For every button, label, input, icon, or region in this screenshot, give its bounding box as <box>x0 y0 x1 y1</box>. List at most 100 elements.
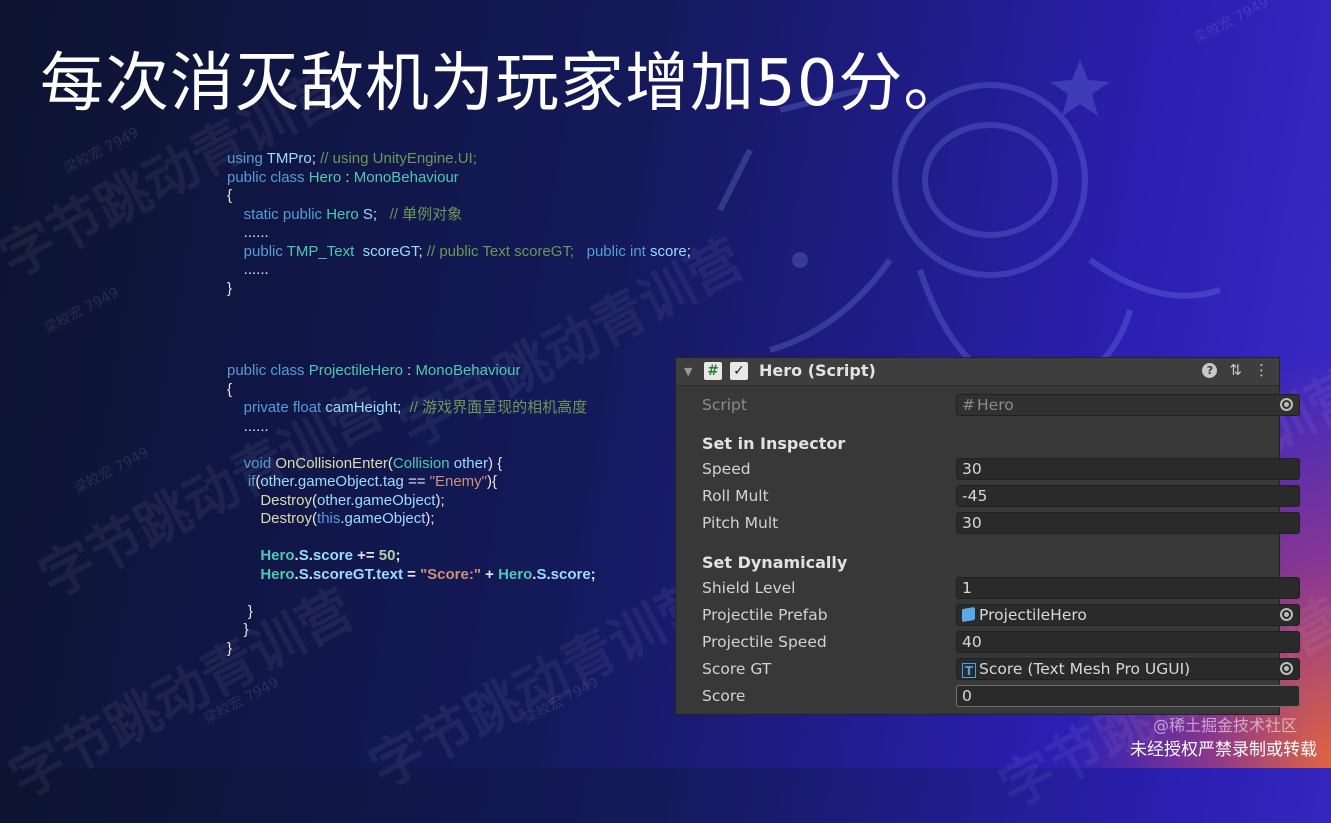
code-token: ...... <box>227 224 269 241</box>
code-line: } <box>227 603 596 622</box>
code-token: == <box>403 473 430 490</box>
score-field[interactable]: 0 <box>956 685 1300 707</box>
score-row: Score 0 <box>702 685 1300 709</box>
code-line: if(other.gameObject.tag == "Enemy"){ <box>227 473 596 492</box>
code-line: static public Hero S; // 单例对象 <box>227 206 691 225</box>
code-line: private float camHeight; // 游戏界面呈现的相机高度 <box>227 399 596 418</box>
code-line: Hero.S.score += 50; <box>227 547 596 566</box>
code-token: public class <box>227 362 309 379</box>
projectile-prefab-field[interactable]: ProjectileHero <box>956 604 1300 626</box>
speed-label[interactable]: Speed <box>702 460 751 478</box>
preset-sliders-icon[interactable]: ⇅ <box>1229 361 1242 379</box>
footer: @稀土掘金技术社区 未经授权严禁录制或转载 <box>1130 716 1317 760</box>
code-line: ...... <box>227 418 596 437</box>
roll-mult-field[interactable]: -45 <box>956 485 1300 507</box>
code-line: } <box>227 621 596 640</box>
code-token: score <box>312 547 353 564</box>
shield-level-label[interactable]: Shield Level <box>702 579 796 597</box>
code-token: MonoBehaviour <box>353 168 459 186</box>
object-picker-icon[interactable] <box>1280 398 1293 411</box>
code-token: // 单例对象 <box>389 205 463 223</box>
projectile-speed-label[interactable]: Projectile Speed <box>702 633 827 651</box>
speed-field[interactable]: 30 <box>956 458 1300 480</box>
code-token: gameObject <box>354 491 436 509</box>
watermark-small: 梁皎宏 7949 <box>201 674 282 728</box>
enabled-checkbox[interactable]: ✓ <box>730 362 748 380</box>
foldout-arrow-icon[interactable]: ▼ <box>684 365 692 378</box>
code-token: Destroy <box>260 510 313 527</box>
code-token: gameObject <box>344 510 426 527</box>
code-token: ; <box>590 565 596 583</box>
object-picker-icon[interactable] <box>1280 662 1293 675</box>
code-token: S <box>536 565 547 583</box>
score-gt-field[interactable]: T Score (Text Mesh Pro UGUI) <box>956 658 1300 680</box>
speed-row: Speed 30 <box>702 458 1300 482</box>
text-mesh-pro-icon: T <box>962 663 976 678</box>
code-token: if <box>227 473 256 490</box>
code-line: ...... <box>227 224 691 243</box>
unity-inspector-panel: ▼ # ✓ Hero (Script) ? ⇅ ⋮ Script # Hero S… <box>675 357 1300 715</box>
code-token: ){ <box>487 473 498 490</box>
projectile-speed-field[interactable]: 40 <box>956 631 1300 653</box>
code-token: // public Text scoreGT; <box>426 242 587 260</box>
code-token: other <box>317 491 351 509</box>
code-token: { <box>227 380 233 398</box>
footer-notice: 未经授权严禁录制或转载 <box>1130 740 1317 760</box>
code-token: } <box>227 279 233 297</box>
code-token: score <box>650 242 687 260</box>
code-token: Destroy <box>260 491 313 509</box>
code-token: Hero <box>260 565 295 583</box>
code-token: OnCollisionEnter <box>275 454 388 472</box>
code-token: ; <box>395 547 401 564</box>
component-header[interactable]: ▼ # ✓ Hero (Script) ? ⇅ ⋮ <box>676 358 1279 386</box>
code-token: static public <box>227 205 327 223</box>
context-menu-icon[interactable]: ⋮ <box>1254 361 1269 379</box>
code-token: gameObject <box>297 473 379 490</box>
code-token: scoreGT <box>312 565 373 583</box>
code-token: ...... <box>227 417 269 435</box>
script-row: Script # Hero <box>702 394 1300 418</box>
code-token: S <box>298 565 309 583</box>
script-field[interactable]: # Hero <box>956 394 1300 416</box>
code-token: } <box>227 621 249 638</box>
code-token: public <box>227 242 287 260</box>
projectile-prefab-row: Projectile Prefab ProjectileHero <box>702 604 1300 628</box>
pitch-mult-label[interactable]: Pitch Mult <box>702 514 778 532</box>
code-token: : <box>341 168 354 186</box>
pitch-mult-field[interactable]: 30 <box>956 512 1300 534</box>
code-token: ProjectileHero <box>308 362 403 379</box>
score-gt-label[interactable]: Score GT <box>702 660 771 678</box>
code-line: } <box>227 280 691 299</box>
component-title: Hero (Script) <box>759 361 876 380</box>
code-token: tag <box>382 473 404 490</box>
code-token: TMPro <box>266 150 312 167</box>
script-label: Script <box>702 396 747 414</box>
shield-level-row: Shield Level 1 <box>702 577 1300 601</box>
script-icon: # <box>704 362 722 380</box>
code-token: ) { <box>488 454 503 472</box>
score-label[interactable]: Score <box>702 687 745 705</box>
code-token: // using UnityEngine.UI; <box>320 150 477 167</box>
code-token: ); <box>435 491 445 509</box>
code-line: public TMP_Text scoreGT; // public Text … <box>227 243 691 262</box>
help-icon[interactable]: ? <box>1202 363 1218 378</box>
code-line: Destroy(other.gameObject); <box>227 492 596 511</box>
code-token: 50 <box>378 547 396 564</box>
object-picker-icon[interactable] <box>1280 608 1293 621</box>
code-token: S <box>362 205 373 223</box>
code-token: } <box>227 602 253 620</box>
section-set-dynamically: Set Dynamically <box>702 553 848 572</box>
code-token: score <box>550 565 591 583</box>
shield-level-field[interactable]: 1 <box>956 577 1300 599</box>
projectile-prefab-label[interactable]: Projectile Prefab <box>702 606 828 624</box>
code-token: Hero <box>498 565 533 583</box>
code-token: + <box>480 565 499 583</box>
code-token: += <box>352 547 379 564</box>
roll-mult-label[interactable]: Roll Mult <box>702 487 769 505</box>
code-line: Destroy(this.gameObject); <box>227 510 596 529</box>
code-line: public class ProjectileHero : MonoBehavi… <box>227 362 596 381</box>
